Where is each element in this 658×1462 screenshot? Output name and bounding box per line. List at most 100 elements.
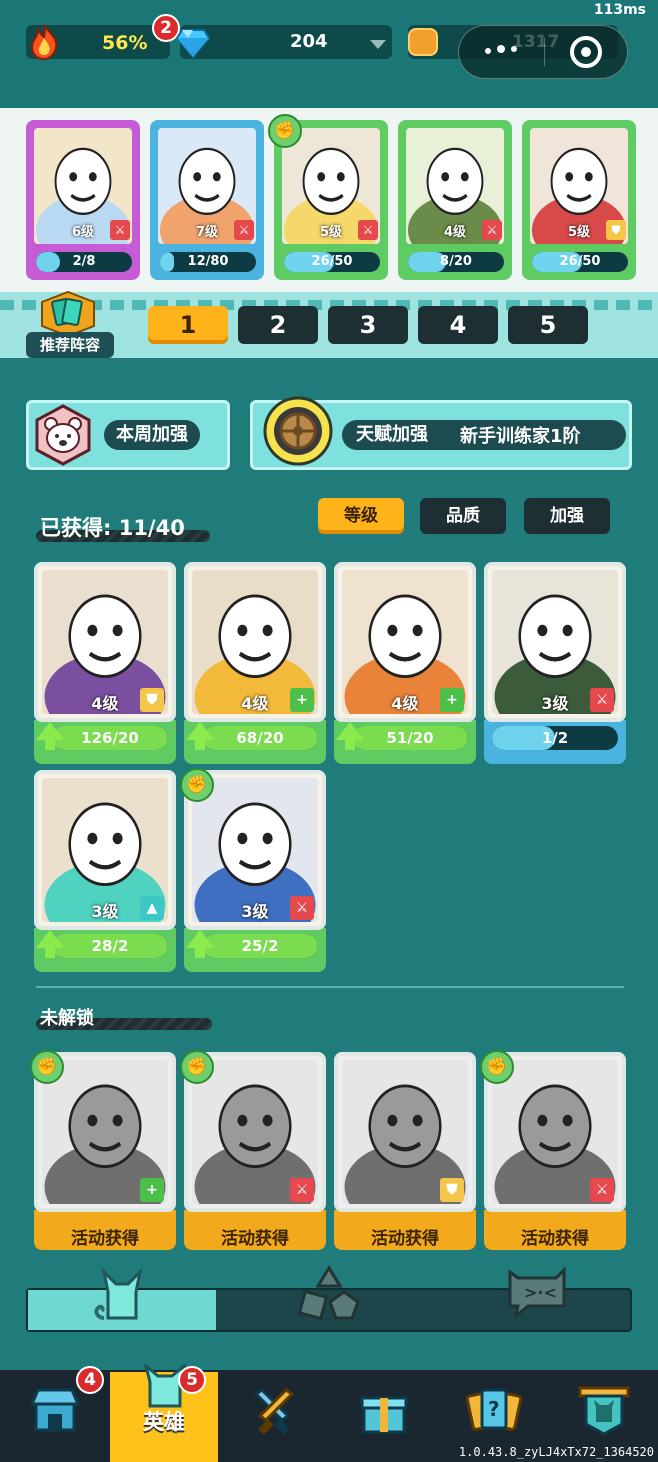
- locked-section-title: 未解锁: [40, 1008, 94, 1029]
- version-label: 1.0.43.8_zyLJ4xTx72_1364520: [458, 1445, 654, 1459]
- heroes-notification-badge: 5: [178, 1366, 206, 1394]
- sort-tab[interactable]: 等级: [318, 498, 404, 534]
- progress-text: 12/80: [187, 254, 229, 269]
- hero-progress-bar: 28/2: [52, 934, 168, 958]
- progress-text: 26/50: [559, 254, 601, 269]
- upgrade-arrow-icon: [336, 722, 364, 750]
- event-obtain-label: 活动获得: [71, 1229, 139, 1249]
- owned-hero-card[interactable]: 4级 + 51/20: [334, 562, 476, 764]
- locked-hero-card[interactable]: ⚔ 活动获得: [484, 1052, 626, 1254]
- locked-hero-card[interactable]: + 活动获得: [34, 1052, 176, 1254]
- progress-text: 26/50: [311, 254, 353, 269]
- latency-label: 113ms: [593, 2, 646, 18]
- arrow-icon: ▲: [140, 896, 164, 920]
- lineup-hero-card[interactable]: 6级 ⚔ 2/8: [26, 120, 140, 280]
- chevron-down-icon[interactable]: [370, 40, 386, 49]
- close-target-icon[interactable]: [570, 36, 602, 68]
- capsule-divider: [544, 38, 545, 66]
- talent-boost-title: 天赋加强: [356, 424, 428, 445]
- shop-icon: [30, 1388, 80, 1432]
- upgrade-arrow-icon: [186, 930, 214, 958]
- locked-hero-card[interactable]: ⚔ 活动获得: [184, 1052, 326, 1254]
- hero-progress-bar: 26/50: [284, 252, 380, 272]
- owned-hero-card[interactable]: 3级 ▲ 28/2: [34, 770, 176, 972]
- progress-text: 51/20: [386, 729, 434, 747]
- sword-icon: ⚔: [234, 220, 254, 240]
- shield-icon: ⛊: [140, 688, 164, 712]
- team-tab-4[interactable]: 4: [418, 306, 498, 344]
- owned-hero-card[interactable]: 4级 + 68/20: [184, 562, 326, 764]
- progress-text: 68/20: [236, 729, 284, 747]
- progress-text: 2/8: [72, 254, 96, 269]
- gift-icon: [360, 1396, 408, 1434]
- guild-banner-icon: [578, 1386, 630, 1436]
- hero-progress-bar: 2/8: [36, 252, 132, 272]
- owned-hero-card[interactable]: 3级 ⚔ 1/2: [484, 562, 626, 764]
- owned-hero-card[interactable]: 4级 ⛊ 126/20: [34, 562, 176, 764]
- sword-icon: ⚔: [590, 1178, 614, 1202]
- card-frame: 3级 ▲: [34, 770, 176, 930]
- nav-battle[interactable]: [220, 1372, 328, 1462]
- sort-tab[interactable]: 品质: [420, 498, 506, 534]
- plus-icon: +: [290, 688, 314, 712]
- sword-icon: ⚔: [358, 220, 378, 240]
- owned-hero-card[interactable]: 3级 ⚔ 25/2: [184, 770, 326, 972]
- hero-progress-bar: 26/50: [532, 252, 628, 272]
- upgrade-arrow-icon: [186, 722, 214, 750]
- section-divider: [36, 986, 624, 988]
- lineup-hero-card[interactable]: 5级 ⛊ 26/50: [522, 120, 636, 280]
- fist-icon: ✊: [30, 1050, 64, 1084]
- recommended-lineup-label[interactable]: 推荐阵容: [26, 332, 114, 358]
- lineup-hero-card[interactable]: 4级 ⚔ 8/20: [398, 120, 512, 280]
- chat-cat-icon[interactable]: >·<: [506, 1266, 568, 1318]
- card-frame: 4级 ⛊: [34, 562, 176, 722]
- fist-icon: ✊: [480, 1050, 514, 1084]
- sword-icon: ⚔: [290, 896, 314, 920]
- talent-gear-icon: [263, 396, 333, 466]
- lineup-hero-card[interactable]: 7级 ⚔ 12/80: [150, 120, 264, 280]
- progress-text: 25/2: [241, 937, 279, 955]
- flame-icon: [30, 24, 58, 61]
- svg-text:>·<: >·<: [524, 1283, 557, 1302]
- team-tab-3[interactable]: 3: [328, 306, 408, 344]
- locked-hero-card[interactable]: ⛊ 活动获得: [334, 1052, 476, 1254]
- sword-icon: ⚔: [290, 1178, 314, 1202]
- upgrade-arrow-icon: [36, 930, 64, 958]
- diamond-icon: [176, 29, 210, 58]
- shield-icon: ⛊: [440, 1178, 464, 1202]
- bear-shield-icon: [35, 404, 91, 466]
- team-tab-2[interactable]: 2: [238, 306, 318, 344]
- shapes-icon[interactable]: [296, 1264, 362, 1322]
- sort-tab[interactable]: 加强: [524, 498, 610, 534]
- plus-icon: +: [140, 1178, 164, 1202]
- fist-icon: ✊: [180, 1050, 214, 1084]
- talent-boost-value: 新手训练家1阶: [460, 426, 581, 447]
- cat-icon[interactable]: [90, 1264, 154, 1322]
- hero-progress-bar: 68/20: [202, 726, 318, 750]
- hero-progress-bar: 126/20: [52, 726, 168, 750]
- hero-progress-bar: 12/80: [160, 252, 256, 272]
- sword-icon: ⚔: [590, 688, 614, 712]
- gem-count: 204: [290, 31, 328, 52]
- progress-text: 28/2: [91, 937, 129, 955]
- hero-progress-bar: 25/2: [202, 934, 318, 958]
- crossed-swords-icon: [253, 1388, 295, 1435]
- team-tab-1[interactable]: 1: [148, 306, 228, 344]
- weekly-boost-label: 本周加强: [104, 420, 200, 450]
- progress-text: 126/20: [81, 729, 139, 747]
- hero-progress-bar: 51/20: [352, 726, 468, 750]
- fist-icon: ✊: [268, 114, 302, 148]
- progress-text: 8/20: [440, 254, 472, 269]
- gem-resource-pill[interactable]: [180, 25, 392, 59]
- hero-progress-bar: 1/2: [492, 726, 618, 750]
- collection-count-title: 已获得: 11/40: [40, 516, 185, 540]
- shop-notification-badge: 4: [76, 1366, 104, 1394]
- paw-coin-icon: [408, 28, 438, 56]
- nav-gifts[interactable]: [330, 1372, 438, 1462]
- more-dots-icon[interactable]: [482, 42, 522, 56]
- card-frame: ⛊: [334, 1052, 476, 1212]
- team-tab-5[interactable]: 5: [508, 306, 588, 344]
- card-stack-icon[interactable]: [38, 290, 98, 338]
- fire-percent: 56%: [102, 32, 148, 54]
- card-frame: 4级 +: [334, 562, 476, 722]
